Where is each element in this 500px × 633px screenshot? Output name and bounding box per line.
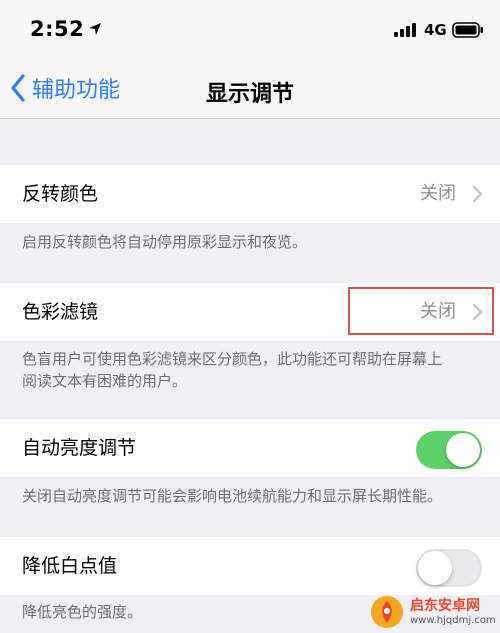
color-filters-row[interactable]: 色彩滤镜 关闭 — [0, 283, 500, 341]
status-bar: 2:52 4G — [0, 0, 500, 60]
reduce-white-point-row: 降低白点值 — [0, 537, 500, 595]
network-type-label: 4G — [424, 21, 447, 39]
reduce-white-point-label: 降低白点值 — [22, 555, 118, 577]
status-time: 2:52 — [30, 17, 85, 41]
color-filters-label: 色彩滤镜 — [22, 301, 99, 323]
page-title: 显示调节 — [205, 82, 294, 107]
invert-colors-value: 关闭 — [420, 183, 456, 204]
watermark: 启东安卓网 www.hjqdmj.com — [370, 592, 498, 632]
invert-colors-description: 启用反转颜色将自动停用原彩显示和夜览。 — [22, 233, 308, 251]
color-filters-description: 色盲用户可使用色彩滤镜来区分颜色，此功能还可帮助在屏幕上 阅读文本有困难的用户。 — [22, 348, 482, 392]
chevron-right-icon — [472, 185, 483, 203]
color-filters-description-line: 色盲用户可使用色彩滤镜来区分颜色，此功能还可帮助在屏幕上 — [22, 350, 443, 368]
watermark-url: www.hjqdmj.com — [410, 614, 496, 626]
battery-icon — [452, 22, 483, 38]
invert-colors-row[interactable]: 反转颜色 关闭 — [0, 165, 500, 223]
auto-brightness-label: 自动亮度调节 — [22, 437, 137, 459]
cellular-signal-icon — [394, 23, 416, 37]
location-arrow-icon — [89, 23, 101, 35]
auto-brightness-description: 关闭自动亮度调节可能会影响电池续航能力和显示屏长期性能。 — [22, 487, 443, 505]
reduce-white-point-toggle[interactable] — [416, 549, 482, 587]
auto-brightness-row: 自动亮度调节 — [0, 419, 500, 477]
watermark-logo-icon — [371, 596, 403, 628]
toggle-knob — [418, 551, 452, 585]
auto-brightness-toggle[interactable] — [416, 431, 482, 469]
color-filters-description-line: 阅读文本有困难的用户。 — [22, 372, 188, 390]
invert-colors-label: 反转颜色 — [22, 183, 99, 205]
highlight-box — [348, 287, 494, 335]
watermark-title: 启东安卓网 — [410, 597, 480, 614]
navigation-bar: 辅助功能 显示调节 — [0, 60, 500, 119]
toggle-knob — [446, 433, 480, 467]
